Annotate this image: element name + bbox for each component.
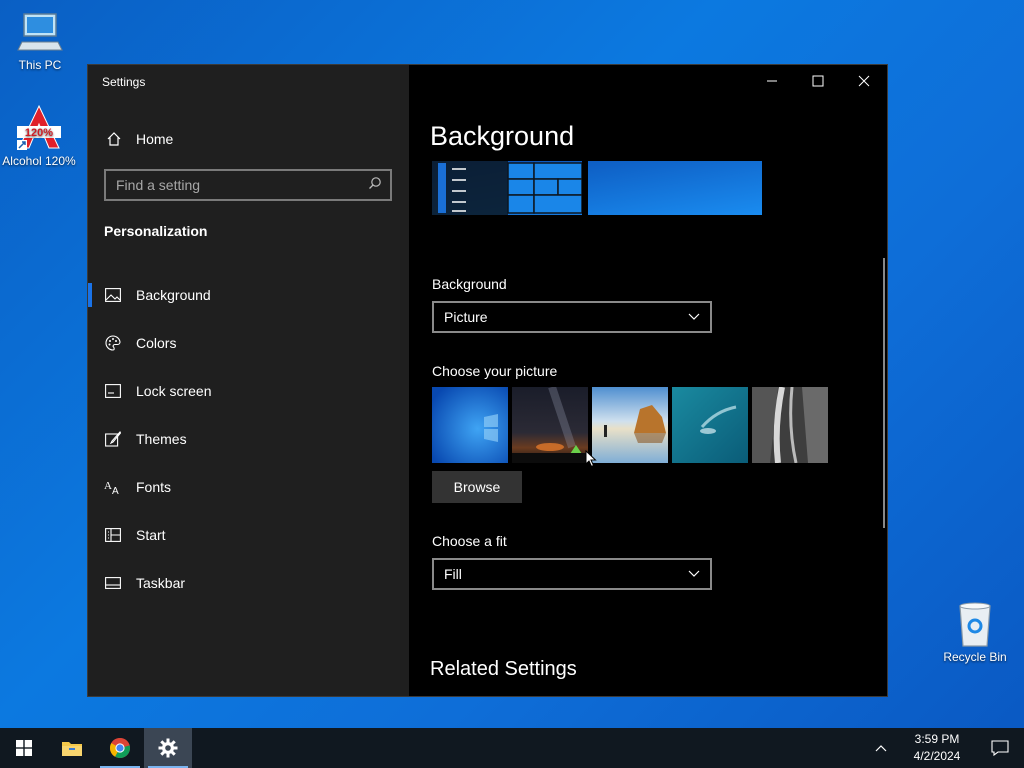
settings-gear-icon — [158, 738, 178, 758]
recycle-bin-icon — [951, 600, 999, 648]
sidebar-item-label: Themes — [136, 431, 187, 447]
background-preview — [432, 161, 762, 215]
minimize-button[interactable] — [749, 65, 795, 97]
home-nav-item[interactable]: Home — [104, 129, 173, 149]
fonts-icon: AA — [104, 478, 122, 496]
picture-thumbnail-underwater[interactable] — [672, 387, 748, 463]
window-title: Settings — [102, 75, 146, 89]
alcohol-120-icon: 120% — [15, 104, 63, 152]
folder-icon — [62, 742, 82, 756]
picture-thumbnails — [432, 387, 828, 463]
desktop-icon-label: Recycle Bin — [943, 650, 1007, 664]
sidebar-item-label: Colors — [136, 335, 177, 351]
sidebar-item-fonts[interactable]: AA Fonts — [88, 463, 409, 511]
settings-window: Settings Home Personalization Background — [87, 64, 888, 697]
system-tray: 3:59 PM 4/2/2024 — [864, 728, 1024, 768]
sidebar-item-start[interactable]: Start — [88, 511, 409, 559]
computer-icon — [16, 8, 64, 56]
minimize-icon — [767, 80, 777, 82]
notification-icon — [991, 740, 1009, 756]
close-button[interactable] — [841, 65, 887, 97]
settings-content: Background Background Picture Choose you… — [409, 65, 887, 696]
picture-thumbnail-beach-rocks[interactable] — [592, 387, 668, 463]
search-icon[interactable] — [368, 176, 382, 195]
chevron-up-icon — [875, 745, 887, 752]
choose-fit-label: Choose a fit — [432, 533, 507, 549]
background-type-label: Background — [432, 276, 507, 292]
windows-logo-icon — [16, 740, 32, 756]
desktop-icon-this-pc[interactable]: This PC — [0, 8, 80, 72]
start-button[interactable] — [0, 728, 48, 768]
sidebar-item-background[interactable]: Background — [88, 271, 409, 319]
picture-thumbnail-windows[interactable] — [432, 387, 508, 463]
svg-text:120%: 120% — [25, 127, 53, 139]
chevron-down-icon — [688, 570, 700, 577]
palette-icon — [104, 334, 122, 352]
caption-buttons — [749, 65, 887, 97]
home-icon — [104, 131, 124, 147]
choose-fit-dropdown[interactable]: Fill — [432, 558, 712, 590]
close-icon — [858, 75, 870, 87]
section-title: Personalization — [104, 223, 208, 239]
search-input[interactable] — [116, 177, 368, 193]
sidebar-item-themes[interactable]: Themes — [88, 415, 409, 463]
picture-thumbnail-night-sky[interactable] — [512, 387, 588, 463]
taskbar-icon — [104, 574, 122, 592]
taskbar-file-explorer[interactable] — [48, 728, 96, 768]
chrome-icon — [110, 737, 131, 759]
taskbar-settings[interactable] — [144, 728, 192, 768]
sidebar-item-label: Start — [136, 527, 166, 543]
sidebar-item-taskbar[interactable]: Taskbar — [88, 559, 409, 607]
action-center-button[interactable] — [976, 728, 1024, 768]
desktop-icon-recycle-bin[interactable]: Recycle Bin — [935, 600, 1015, 664]
maximize-button[interactable] — [795, 65, 841, 97]
mouse-cursor-icon — [585, 449, 597, 473]
sidebar-item-label: Background — [136, 287, 211, 303]
background-type-dropdown[interactable]: Picture — [432, 301, 712, 333]
brush-icon — [104, 430, 122, 448]
browse-button[interactable]: Browse — [432, 471, 522, 503]
settings-sidebar: Settings Home Personalization Background — [88, 65, 409, 696]
svg-text:A: A — [112, 486, 119, 495]
picture-icon — [104, 286, 122, 304]
page-title: Background — [430, 121, 575, 151]
choose-picture-label: Choose your picture — [432, 363, 558, 379]
start-icon — [104, 526, 122, 544]
sidebar-item-colors[interactable]: Colors — [88, 319, 409, 367]
sidebar-item-label: Lock screen — [136, 383, 212, 399]
sidebar-item-label: Fonts — [136, 479, 172, 495]
dropdown-value: Fill — [444, 566, 462, 582]
search-box[interactable] — [104, 169, 392, 201]
maximize-icon — [812, 75, 824, 87]
home-label: Home — [136, 131, 174, 147]
related-settings-heading: Related Settings — [430, 658, 577, 680]
taskbar-clock[interactable]: 3:59 PM 4/2/2024 — [904, 731, 970, 765]
scrollbar[interactable] — [883, 258, 885, 528]
show-hidden-icons-button[interactable] — [864, 728, 898, 768]
sidebar-item-label: Taskbar — [136, 575, 186, 591]
desktop-icon-label: Alcohol 120% — [2, 154, 76, 168]
chevron-down-icon — [688, 313, 700, 320]
svg-text:A: A — [104, 480, 112, 492]
taskbar: 3:59 PM 4/2/2024 — [0, 728, 1024, 768]
lock-screen-icon — [104, 382, 122, 400]
desktop-icon-alcohol[interactable]: 120% Alcohol 120% — [0, 104, 79, 168]
dropdown-value: Picture — [444, 309, 488, 325]
picture-thumbnail-waterfall[interactable] — [752, 387, 828, 463]
sidebar-item-lock-screen[interactable]: Lock screen — [88, 367, 409, 415]
clock-time: 3:59 PM — [914, 732, 960, 746]
personalization-nav: Background Colors Lock screen Themes A A… — [88, 271, 409, 607]
clock-date: 4/2/2024 — [913, 749, 961, 763]
taskbar-chrome[interactable] — [96, 728, 144, 768]
desktop-icon-label: This PC — [18, 58, 62, 72]
